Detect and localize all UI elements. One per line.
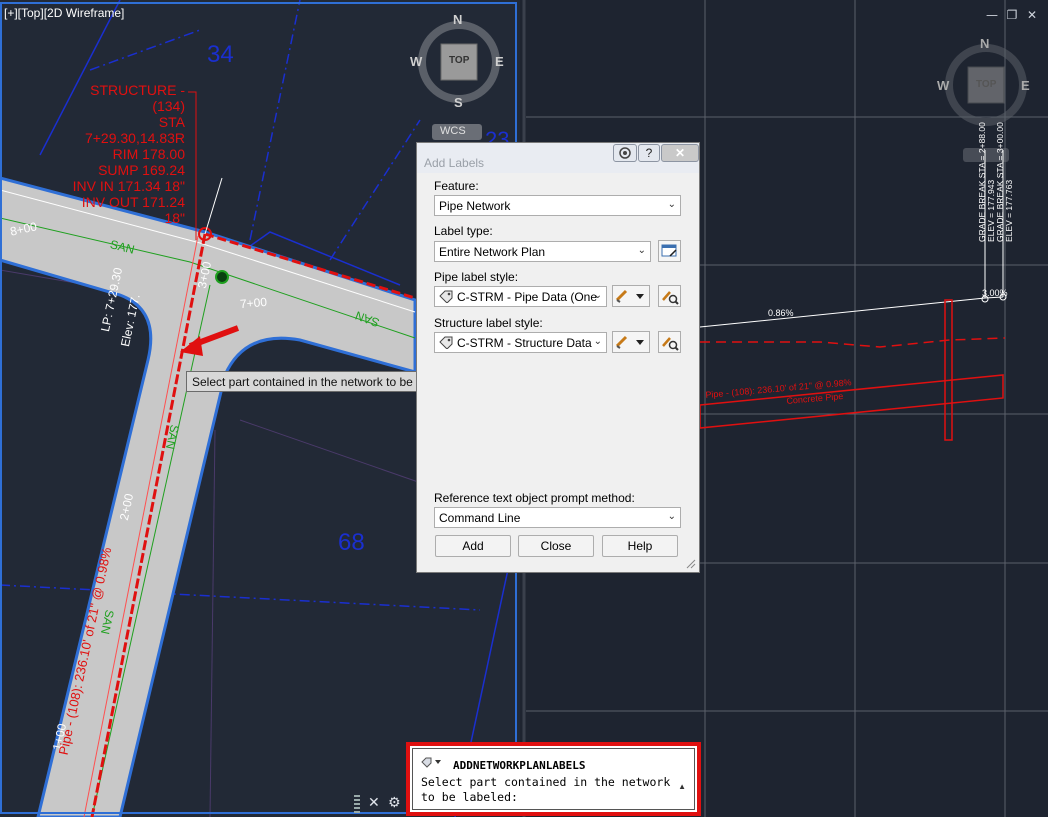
label-style-icon xyxy=(439,290,453,303)
label-style-icon xyxy=(439,336,453,349)
compass-north[interactable]: N xyxy=(980,36,989,51)
prompt-method-value: Command Line xyxy=(439,511,521,525)
label-type-select[interactable]: Entire Network Plan ⌄ xyxy=(434,241,651,262)
pipe-style-edit-button[interactable] xyxy=(612,285,650,307)
feature-value: Pipe Network xyxy=(439,199,511,213)
prompt-method-label: Reference text object prompt method: xyxy=(434,491,635,505)
structure-label-line: STA 7+29.30,14.83R xyxy=(84,114,185,146)
restore-icon[interactable]: ❐ xyxy=(1005,8,1019,22)
dialog-title: Add Labels xyxy=(424,156,485,170)
label-type-value: Entire Network Plan xyxy=(439,245,546,259)
parcel-number: 34 xyxy=(207,41,234,68)
chevron-down-icon: ⌄ xyxy=(667,511,676,522)
close-button[interactable]: Close xyxy=(518,535,594,557)
viewcube-face[interactable]: TOP xyxy=(976,79,996,90)
chevron-down-icon: ⌄ xyxy=(593,336,602,347)
pipe-style-browse-button[interactable] xyxy=(658,285,681,307)
command-line-toolbar: ✕ ⚙ xyxy=(352,793,406,817)
pick-style-icon xyxy=(662,337,679,351)
structure-style-edit-button[interactable] xyxy=(612,331,650,353)
ucs-menu[interactable]: WCS xyxy=(440,125,466,137)
compass-north[interactable]: N xyxy=(453,12,462,27)
dock-icon[interactable] xyxy=(613,144,637,162)
station-label: 7+00 xyxy=(239,294,268,312)
close-dialog-icon[interactable]: ✕ xyxy=(661,144,699,162)
compass-west[interactable]: W xyxy=(937,78,949,93)
compass-east[interactable]: E xyxy=(495,54,504,69)
chevron-down-icon: ⌄ xyxy=(637,245,646,256)
resize-grip-icon[interactable] xyxy=(686,559,696,569)
structure-label-line: INV OUT 171.24 18" xyxy=(81,194,185,226)
structure-style-label: Structure label style: xyxy=(434,316,543,330)
close-icon[interactable]: ✕ xyxy=(1025,8,1039,22)
command-prompt: Select part contained in the network to … xyxy=(421,775,678,804)
viewport-controls[interactable]: [+][Top][2D Wireframe] xyxy=(4,6,124,20)
help-button[interactable]: Help xyxy=(602,535,678,557)
close-command-line-icon[interactable]: ✕ xyxy=(368,795,380,811)
label-type-label: Label type: xyxy=(434,224,493,238)
pipe-style-label: Pipe label style: xyxy=(434,270,519,284)
scroll-up-icon[interactable]: ▲ xyxy=(678,782,686,791)
pick-style-icon xyxy=(662,291,679,305)
pipe-style-select[interactable]: C-STRM - Pipe Data (One ⌄ xyxy=(434,286,607,307)
feature-select[interactable]: Pipe Network ⌄ xyxy=(434,195,681,216)
parcel-number: 68 xyxy=(338,529,365,556)
chevron-down-icon: ⌄ xyxy=(593,290,602,301)
profile-grade: 3.00% xyxy=(982,288,1008,298)
compass-south[interactable]: S xyxy=(454,95,463,110)
structure-label-line: RIM 178.00 xyxy=(112,146,185,162)
viewcube-face[interactable]: TOP xyxy=(449,55,469,66)
prompt-method-select[interactable]: Command Line ⌄ xyxy=(434,507,681,528)
compass-west[interactable]: W xyxy=(410,54,422,69)
style-edit-icon xyxy=(615,335,644,349)
profile-grade: 0.86% xyxy=(768,308,794,318)
profile-vertical-label: ELEV = 177.763 xyxy=(1004,179,1014,242)
dialog-titlebar[interactable]: Add Labels ? ✕ xyxy=(417,143,699,173)
structure-style-browse-button[interactable] xyxy=(658,331,681,353)
structure-style-value: C-STRM - Structure Data xyxy=(457,336,592,350)
customize-icon[interactable]: ⚙ xyxy=(388,795,401,811)
structure-label-line: STRUCTURE - (134) xyxy=(90,82,185,114)
add-labels-dialog[interactable]: Add Labels ? ✕ Feature: Pipe Network ⌄ L… xyxy=(416,142,700,573)
style-edit-icon xyxy=(615,289,644,303)
edit-label-type-button[interactable] xyxy=(658,240,681,262)
command-name: ADDNETWORKPLANLABELS xyxy=(453,759,586,772)
command-icon[interactable] xyxy=(421,756,443,768)
pipe-style-value: C-STRM - Pipe Data (One xyxy=(457,290,598,304)
feature-label: Feature: xyxy=(434,179,479,193)
drag-handle-icon[interactable] xyxy=(354,795,360,815)
command-line-inner[interactable]: ADDNETWORKPLANLABELS Select part contain… xyxy=(412,748,695,810)
compass-east[interactable]: E xyxy=(1021,78,1030,93)
structure-label: STRUCTURE - (134) STA 7+29.30,14.83R RIM… xyxy=(58,82,185,226)
edit-window-icon xyxy=(661,244,677,257)
structure-style-select[interactable]: C-STRM - Structure Data ⌄ xyxy=(434,332,607,353)
add-button[interactable]: Add xyxy=(435,535,511,557)
command-line[interactable]: ADDNETWORKPLANLABELS Select part contain… xyxy=(406,742,701,816)
chevron-down-icon: ⌄ xyxy=(667,199,676,210)
minimize-icon[interactable]: — xyxy=(985,8,999,22)
help-icon[interactable]: ? xyxy=(638,144,660,162)
structure-label-line: INV IN 171.34 18" xyxy=(72,178,185,194)
structure-label-line: SUMP 169.24 xyxy=(98,162,185,178)
